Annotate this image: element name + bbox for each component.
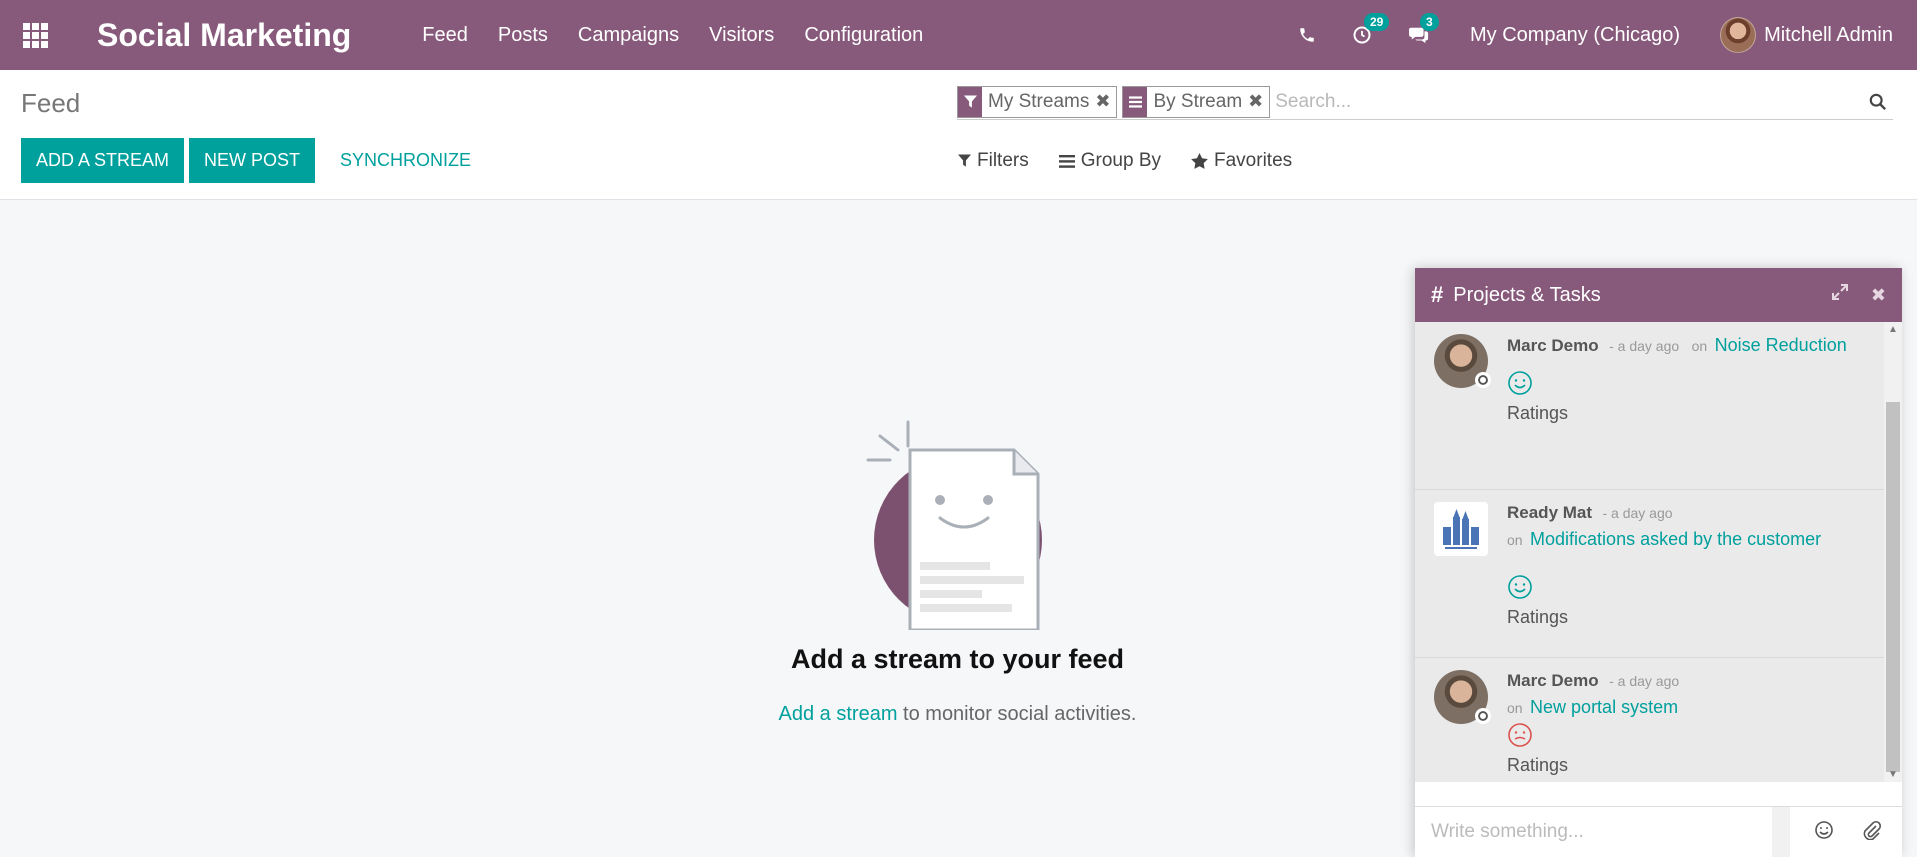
chat-header[interactable]: # Projects & Tasks ✖	[1415, 268, 1902, 322]
empty-state-title: Add a stream to your feed	[790, 644, 1125, 674]
menu-campaigns[interactable]: Campaigns	[563, 24, 694, 47]
add-stream-link[interactable]: Add a stream	[779, 703, 898, 725]
breadcrumb: Feed	[21, 88, 81, 118]
message-time: - a day ago	[1602, 505, 1673, 521]
avatar	[1720, 17, 1757, 53]
chat-thread: Marc Demo - a day ago on Noise Reduction…	[1415, 322, 1902, 782]
neutral-face-icon	[1507, 722, 1902, 753]
search-bar: My Streams ✖ By Stream ✖	[957, 84, 1893, 120]
new-post-button[interactable]: NEW POST	[189, 138, 316, 183]
on-label: on	[1507, 532, 1523, 548]
status-icon	[1475, 372, 1491, 388]
smile-icon	[1507, 370, 1902, 401]
filter-icon	[958, 86, 982, 117]
chat-composer	[1415, 806, 1902, 857]
message-item: Marc Demo - a day ago on New portal syst…	[1415, 658, 1902, 782]
filters-dropdown[interactable]: Filters	[958, 150, 1029, 172]
favorites-dropdown[interactable]: Favorites	[1191, 150, 1292, 172]
star-icon	[1191, 153, 1208, 169]
chat-title: Projects & Tasks	[1453, 283, 1601, 306]
record-link[interactable]: New portal system	[1530, 697, 1678, 717]
top-navbar: Social Marketing Feed Posts Campaigns Vi…	[0, 0, 1917, 70]
empty-state-help-text: to monitor social activities.	[897, 703, 1137, 725]
menu-posts[interactable]: Posts	[483, 24, 563, 47]
synchronize-button[interactable]: SYNCHRONIZE	[320, 138, 491, 183]
composer-scrollbar[interactable]	[1772, 807, 1790, 857]
empty-state-help: Add a stream to monitor social activitie…	[700, 703, 1215, 726]
menu-configuration[interactable]: Configuration	[789, 24, 938, 47]
phone-icon[interactable]	[1298, 26, 1316, 44]
filter-icon	[958, 154, 971, 167]
facet-label: By Stream	[1153, 90, 1243, 112]
message-time: - a day ago	[1609, 338, 1680, 354]
remove-facet-icon[interactable]: ✖	[1248, 91, 1269, 112]
action-buttons: ADD A STREAM NEW POST SYNCHRONIZE	[21, 138, 491, 183]
status-icon	[1475, 708, 1491, 724]
control-panel: Feed ADD A STREAM NEW POST SYNCHRONIZE M…	[0, 70, 1917, 200]
main-menu: Feed Posts Campaigns Visitors Configurat…	[407, 24, 938, 47]
chat-scrollbar[interactable]: ▲ ▼	[1884, 322, 1902, 782]
company-switcher[interactable]: My Company (Chicago)	[1470, 24, 1680, 47]
scroll-down-icon[interactable]: ▼	[1888, 769, 1898, 780]
facet-by-stream: By Stream ✖	[1122, 85, 1271, 118]
messages-icon[interactable]: 3	[1408, 13, 1439, 45]
navbar-systray: 29 3 My Company (Chicago) Mitchell Admin	[1280, 0, 1917, 70]
group-by-icon	[1123, 86, 1148, 117]
on-label: on	[1507, 700, 1523, 716]
on-label: on	[1691, 338, 1708, 354]
attachment-icon[interactable]	[1862, 820, 1882, 845]
ratings-label: Ratings	[1507, 607, 1569, 627]
search-options: Filters Group By Favorites	[958, 150, 1292, 172]
user-menu[interactable]: Mitchell Admin	[1720, 17, 1893, 53]
message-author[interactable]: Marc Demo	[1507, 336, 1599, 355]
message-input[interactable]	[1415, 807, 1772, 857]
activity-clock-icon[interactable]: 29	[1352, 13, 1390, 45]
message-author[interactable]: Marc Demo	[1507, 671, 1599, 690]
scroll-up-icon[interactable]: ▲	[1888, 324, 1898, 335]
expand-icon[interactable]	[1831, 283, 1849, 307]
message-item: Marc Demo - a day ago on Noise Reduction…	[1415, 322, 1902, 490]
empty-feed-illustration	[858, 420, 1058, 632]
app-switcher-icon[interactable]	[0, 0, 70, 70]
ratings-label: Ratings	[1507, 755, 1569, 775]
activity-count-badge: 29	[1363, 13, 1390, 31]
search-input[interactable]	[1275, 90, 1863, 113]
filters-label: Filters	[977, 150, 1029, 171]
message-author[interactable]: Ready Mat	[1507, 503, 1592, 522]
favorites-label: Favorites	[1214, 150, 1293, 171]
remove-facet-icon[interactable]: ✖	[1095, 91, 1116, 112]
empty-state: Add a stream to your feed Add a stream t…	[700, 420, 1215, 726]
chat-window: # Projects & Tasks ✖ Marc Demo - a day a…	[1415, 268, 1902, 857]
close-icon[interactable]: ✖	[1871, 285, 1886, 306]
message-item: Ready Mat - a day ago on Modifications a…	[1415, 490, 1902, 658]
menu-visitors[interactable]: Visitors	[694, 24, 789, 47]
facet-my-streams: My Streams ✖	[957, 85, 1118, 118]
group-by-dropdown[interactable]: Group By	[1058, 150, 1161, 172]
record-link[interactable]: Noise Reduction	[1715, 335, 1847, 355]
group-by-label: Group By	[1080, 150, 1161, 171]
ratings-label: Ratings	[1507, 403, 1569, 423]
record-link[interactable]: Modifications asked by the customer	[1530, 529, 1821, 549]
smile-icon	[1507, 574, 1902, 605]
facet-label: My Streams	[988, 90, 1090, 112]
menu-feed[interactable]: Feed	[407, 24, 483, 47]
message-time: - a day ago	[1609, 673, 1680, 689]
channel-hash-icon: #	[1431, 282, 1444, 307]
scrollbar-thumb[interactable]	[1886, 402, 1900, 772]
app-title: Social Marketing	[97, 16, 352, 53]
search-icon[interactable]	[1863, 93, 1893, 111]
group-by-icon	[1058, 154, 1075, 168]
company-logo[interactable]	[1434, 502, 1488, 556]
user-name: Mitchell Admin	[1764, 23, 1893, 46]
messages-count-badge: 3	[1419, 13, 1439, 31]
emoji-icon[interactable]	[1814, 820, 1834, 845]
add-stream-button[interactable]: ADD A STREAM	[21, 138, 185, 183]
